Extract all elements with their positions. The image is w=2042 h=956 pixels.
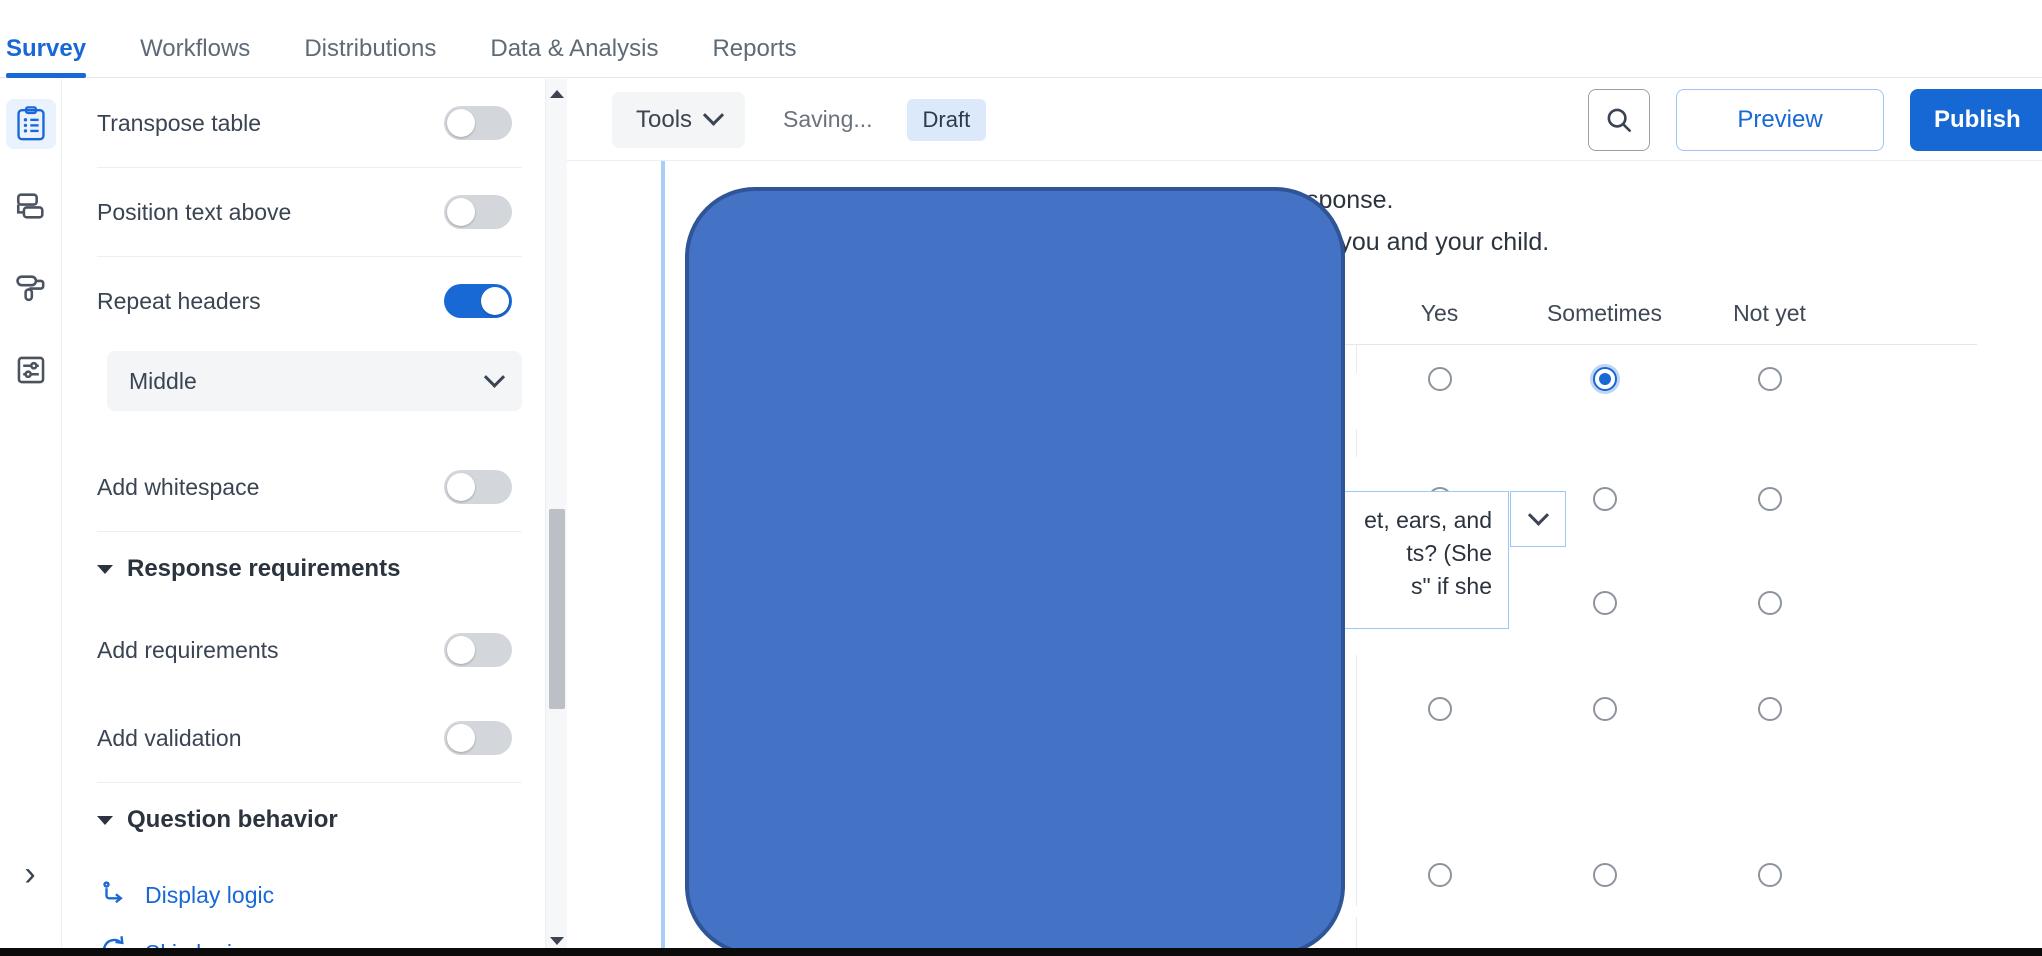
- matrix-cell-yes[interactable]: [1357, 917, 1522, 939]
- search-button[interactable]: [1588, 89, 1650, 151]
- editor-toolbar: Tools Saving... Draft Preview Publish: [567, 79, 2042, 161]
- matrix-cell-sometimes[interactable]: [1522, 655, 1687, 721]
- radio-option[interactable]: [1427, 863, 1452, 887]
- scrollbar-thumb[interactable]: [549, 509, 565, 709]
- survey-options-icon[interactable]: [6, 345, 56, 395]
- tab-data-and-analysis[interactable]: Data & Analysis: [490, 35, 658, 77]
- radio-option[interactable]: [1592, 697, 1617, 721]
- matrix-cell-yes[interactable]: [1357, 345, 1522, 391]
- matrix-cell-sometimes[interactable]: [1522, 917, 1687, 939]
- radio-option[interactable]: [1757, 863, 1782, 887]
- add-whitespace-toggle[interactable]: [444, 470, 512, 504]
- publish-button[interactable]: Publish: [1910, 89, 2042, 151]
- caret-down-icon: [97, 564, 113, 574]
- matrix-column-header-not-yet: Not yet: [1733, 300, 1806, 326]
- radio-option[interactable]: [1592, 487, 1617, 511]
- repeat-headers-toggle[interactable]: [444, 284, 512, 318]
- matrix-cell-yes[interactable]: [1357, 655, 1522, 721]
- question-settings-panel: Transpose table Position text above Repe…: [63, 79, 556, 956]
- tab-workflows[interactable]: Workflows: [140, 35, 250, 77]
- setting-row-add-whitespace[interactable]: Add whitespace: [63, 443, 556, 531]
- setting-label: Position text above: [97, 198, 292, 225]
- caret-down-icon: [97, 815, 113, 825]
- display-logic-icon: [99, 877, 129, 913]
- search-icon: [1607, 108, 1631, 132]
- left-icon-rail: ›: [0, 79, 62, 956]
- blue-rounded-rectangle-annotation: [685, 187, 1345, 956]
- radio-option[interactable]: [1592, 591, 1617, 615]
- setting-label: Add whitespace: [97, 473, 260, 500]
- bottom-edge-strip: [0, 948, 2042, 956]
- chevron-down-icon: [1527, 504, 1549, 526]
- matrix-column-header-sometimes: Sometimes: [1546, 300, 1663, 326]
- section-header-response-requirements[interactable]: Response requirements: [63, 532, 556, 606]
- matrix-cell-not-yet[interactable]: [1687, 345, 1852, 391]
- question-selection-accent-bar: [661, 161, 665, 956]
- toolbar-actions: Preview Publish: [1588, 79, 2042, 161]
- tab-survey[interactable]: Survey: [6, 35, 87, 78]
- setting-label: Transpose table: [97, 109, 262, 136]
- matrix-cell-not-yet[interactable]: [1687, 569, 1852, 615]
- top-navigation-bar: Survey Workflows Distributions Data & An…: [0, 0, 2042, 78]
- row-options-chevron-button[interactable]: [1510, 491, 1566, 547]
- radio-option[interactable]: [1757, 591, 1782, 615]
- matrix-cell-not-yet[interactable]: [1687, 917, 1852, 939]
- matrix-cell-not-yet[interactable]: [1687, 429, 1852, 511]
- saving-status-text: Saving...: [783, 106, 873, 132]
- matrix-column-header-yes: Yes: [1420, 300, 1459, 326]
- setting-row-add-requirements[interactable]: Add requirements: [63, 606, 556, 694]
- radio-option[interactable]: [1427, 367, 1452, 391]
- radio-option[interactable]: [1757, 697, 1782, 721]
- tab-distributions[interactable]: Distributions: [304, 35, 436, 77]
- matrix-row-label-text: et, ears, and ts? (She s" if she: [1364, 507, 1492, 599]
- radio-option[interactable]: [1757, 367, 1782, 391]
- survey-builder-icon[interactable]: [5, 99, 56, 149]
- setting-label: Repeat headers: [97, 287, 261, 314]
- radio-option[interactable]: [1427, 697, 1452, 721]
- link-label: Display logic: [145, 881, 275, 908]
- section-header-question-behavior[interactable]: Question behavior: [63, 783, 556, 857]
- matrix-cell-sometimes[interactable]: [1522, 345, 1687, 391]
- chevron-down-icon: [483, 366, 506, 388]
- select-value: Middle: [129, 367, 197, 394]
- chevron-down-icon: [702, 104, 725, 126]
- radio-option[interactable]: [1757, 487, 1782, 511]
- expand-panel-chevron-icon[interactable]: ›: [10, 854, 50, 894]
- matrix-cell-yes[interactable]: [1357, 829, 1522, 887]
- setting-row-add-validation[interactable]: Add validation: [63, 694, 556, 782]
- preview-button[interactable]: Preview: [1676, 89, 1884, 151]
- setting-label: Add validation: [97, 724, 242, 751]
- section-title: Question behavior: [127, 806, 338, 833]
- settings-panel-scrollbar[interactable]: [545, 79, 567, 956]
- matrix-cell-not-yet[interactable]: [1687, 655, 1852, 721]
- matrix-cell-sometimes[interactable]: [1522, 829, 1687, 887]
- setting-row-transpose-table[interactable]: Transpose table: [63, 79, 556, 167]
- matrix-cell-sometimes[interactable]: [1522, 569, 1687, 615]
- display-logic-link[interactable]: Display logic: [63, 857, 556, 933]
- radio-option-selected[interactable]: [1592, 367, 1617, 391]
- tools-label: Tools: [636, 105, 693, 133]
- draft-status-badge: Draft: [906, 98, 987, 141]
- survey-flow-icon[interactable]: [6, 181, 56, 231]
- section-title: Response requirements: [127, 555, 401, 582]
- setting-row-repeat-headers[interactable]: Repeat headers: [63, 257, 556, 345]
- add-requirements-toggle[interactable]: [444, 633, 512, 667]
- tab-reports[interactable]: Reports: [712, 35, 796, 77]
- matrix-cell-not-yet[interactable]: [1687, 829, 1852, 887]
- look-and-feel-icon[interactable]: [6, 263, 56, 313]
- radio-option[interactable]: [1592, 863, 1617, 887]
- scroll-up-arrow-icon[interactable]: [546, 83, 568, 105]
- setting-label: Add requirements: [97, 636, 279, 663]
- tools-dropdown-button[interactable]: Tools: [612, 91, 746, 148]
- add-validation-toggle[interactable]: [444, 721, 512, 755]
- position-text-above-toggle[interactable]: [444, 195, 512, 229]
- setting-row-position-text-above[interactable]: Position text above: [63, 168, 556, 256]
- repeat-headers-position-select[interactable]: Middle: [107, 351, 522, 411]
- transpose-table-toggle[interactable]: [444, 106, 512, 140]
